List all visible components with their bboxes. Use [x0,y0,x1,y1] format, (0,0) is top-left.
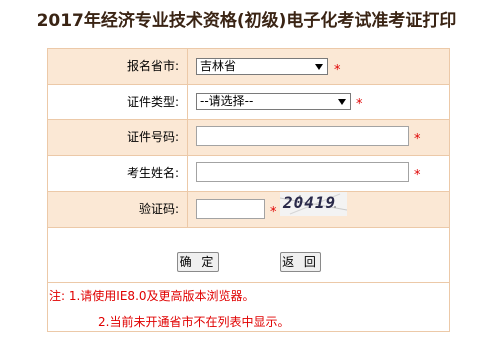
note-line-1: 注: 1.请使用IE8.0及更高版本浏览器。 [49,289,255,303]
chevron-down-icon [315,64,323,70]
id-number-input[interactable] [196,126,409,146]
name-label: 考生姓名: [48,156,188,191]
note-line-2: 2.当前未开通省市不在列表中显示。 [98,315,290,329]
back-button[interactable]: 返 回 [280,252,321,272]
id-type-required-mark: * [356,97,363,112]
captcha-image[interactable]: 20419 [280,192,347,216]
id-type-label: 证件类型: [48,85,188,119]
name-required-mark: * [414,168,421,183]
id-type-select[interactable]: --请选择-- [196,93,351,110]
captcha-label: 验证码: [48,192,188,227]
chevron-down-icon [338,99,346,105]
province-required-mark: * [334,63,341,78]
id-number-required-mark: * [414,132,421,147]
captcha-required-mark: * [270,205,277,220]
confirm-button[interactable]: 确 定 [177,252,219,272]
captcha-text: 20419 [283,193,337,212]
province-label: 报名省市: [48,49,188,84]
id-type-selected-value: --请选择-- [200,94,254,108]
province-selected-value: 吉林省 [200,59,237,73]
page-title: 2017年经济专业技术资格(初级)电子化考试准考证打印 [36,11,457,31]
captcha-input[interactable] [196,199,265,219]
buttons-row [48,228,449,283]
province-select[interactable]: 吉林省 [196,58,328,75]
name-input[interactable] [196,162,409,182]
id-number-label: 证件号码: [48,120,188,155]
